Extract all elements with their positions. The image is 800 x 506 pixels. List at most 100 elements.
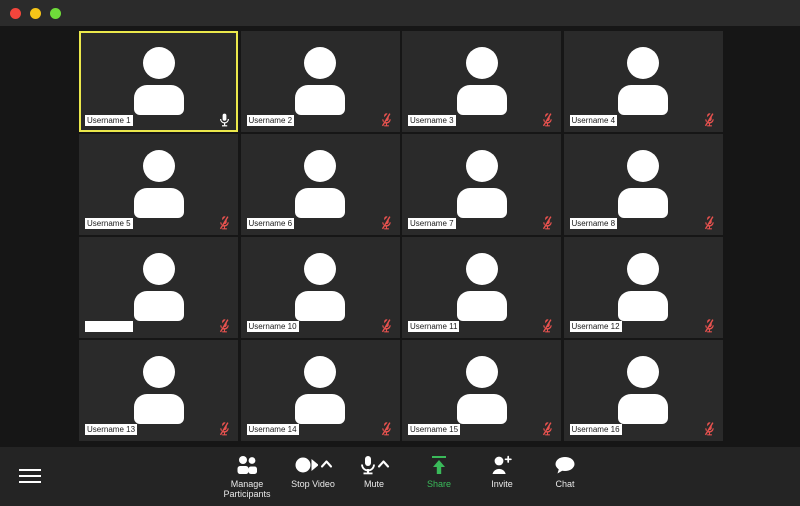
avatar-body	[456, 85, 507, 115]
avatar	[453, 150, 511, 218]
avatar-body	[133, 188, 184, 218]
participant-tile[interactable]: Username 10	[240, 237, 400, 338]
avatar	[614, 356, 672, 424]
avatar-body	[618, 291, 668, 321]
manage-participants-button[interactable]: Manage Participants	[212, 455, 282, 501]
avatar-body	[295, 85, 345, 115]
mute-label: Mute	[363, 479, 384, 489]
participant-tile[interactable]: Username 15	[402, 340, 561, 441]
avatar-head	[627, 253, 659, 285]
participant-name-label: Username 13	[85, 424, 138, 435]
participant-tile[interactable]: Username 11	[402, 237, 561, 338]
avatar-head	[465, 356, 498, 388]
participant-name-label: Username 12	[569, 321, 622, 332]
hamburger-menu-icon[interactable]	[19, 469, 41, 485]
avatar-head	[627, 356, 659, 388]
participant-tile[interactable]: Username 12	[563, 237, 723, 338]
avatar-body	[456, 394, 507, 424]
avatar	[291, 150, 349, 218]
microphone-muted-icon	[381, 422, 392, 436]
avatar-head	[465, 150, 498, 182]
microphone-muted-icon	[542, 422, 553, 436]
microphone-muted-icon	[219, 216, 230, 230]
participant-name-label: Username 10	[246, 321, 299, 332]
microphone-muted-icon	[381, 319, 392, 333]
avatar	[130, 47, 188, 115]
avatar-body	[295, 394, 345, 424]
video-camera-icon	[283, 455, 343, 477]
avatar	[453, 47, 511, 115]
title-bar	[0, 0, 800, 26]
participant-tile[interactable]: Username 8	[563, 134, 723, 235]
participant-tile[interactable]: Username 3	[402, 31, 561, 132]
participant-tile[interactable]: Username 5	[79, 134, 238, 235]
participant-tile[interactable]: Username 4	[563, 31, 723, 132]
participant-name-label: Username 2	[246, 115, 295, 126]
avatar	[291, 253, 349, 321]
microphone-muted-icon	[704, 216, 715, 230]
avatar-body	[133, 291, 184, 321]
participant-name-label: Username 1	[85, 115, 133, 126]
stop-video-button[interactable]: Stop Video	[283, 455, 343, 501]
participant-name-label: Username 7	[408, 218, 456, 229]
avatar-head	[142, 47, 175, 79]
microphone-muted-icon	[381, 216, 392, 230]
avatar-body	[618, 394, 668, 424]
avatar-head	[627, 150, 659, 182]
maximize-button[interactable]	[50, 8, 61, 19]
avatar-body	[456, 291, 507, 321]
participant-tile[interactable]: Username 2	[240, 31, 400, 132]
mute-button[interactable]: Mute	[349, 455, 399, 501]
avatar-head	[142, 356, 175, 388]
minimize-button[interactable]	[30, 8, 41, 19]
avatar-head	[627, 47, 659, 79]
participant-tile[interactable]: Username 16	[563, 340, 723, 441]
microphone-muted-icon	[542, 113, 553, 127]
add-person-icon	[477, 455, 527, 477]
avatar-body	[456, 188, 507, 218]
participant-tile[interactable]: Username 7	[402, 134, 561, 235]
avatar-head	[142, 150, 175, 182]
invite-label: Invite	[491, 479, 513, 489]
participant-name-label	[85, 321, 133, 332]
avatar-body	[618, 188, 668, 218]
share-screen-label: Share	[426, 479, 452, 489]
participant-name-label: Username 14	[246, 424, 299, 435]
participant-name-label: Username 11	[408, 321, 460, 332]
avatar-head	[304, 253, 336, 285]
microphone-muted-icon	[219, 319, 230, 333]
avatar-body	[133, 85, 184, 115]
participant-tile[interactable]: Username 1	[79, 31, 238, 132]
participant-tile[interactable]: Username 6	[240, 134, 400, 235]
chat-bubble-icon	[540, 455, 590, 477]
chat-button[interactable]: Chat	[540, 455, 590, 501]
participant-name-label: Username 15	[408, 424, 461, 435]
microphone-muted-icon	[542, 319, 553, 333]
participant-name-label: Username 3	[408, 115, 456, 126]
participant-name-label: Username 6	[246, 218, 295, 229]
avatar	[291, 356, 349, 424]
video-gallery-stage: Username 1 Username 2 Username 3 Username 4…	[0, 26, 800, 447]
share-screen-button[interactable]: Share	[414, 455, 464, 501]
meeting-toolbar: Manage Participants Stop Video Mute Shar…	[0, 447, 800, 506]
manage-participants-label-2: Participants	[223, 489, 271, 499]
avatar-head	[304, 150, 336, 182]
avatar	[453, 356, 511, 424]
participant-tile[interactable]	[79, 237, 238, 338]
avatar-body	[295, 291, 345, 321]
microphone-icon	[349, 455, 399, 477]
manage-participants-label: Manage	[230, 479, 264, 489]
avatar	[130, 356, 188, 424]
participant-name-label: Username 16	[569, 424, 622, 435]
avatar	[130, 150, 188, 218]
microphone-muted-icon	[704, 113, 715, 127]
participant-name-label: Username 5	[85, 218, 133, 229]
share-screen-icon	[414, 455, 464, 477]
invite-button[interactable]: Invite	[477, 455, 527, 501]
participant-tile[interactable]: Username 14	[240, 340, 400, 441]
zoom-meeting-window: Username 1 Username 2 Username 3 Username 4…	[0, 0, 800, 506]
close-button[interactable]	[10, 8, 21, 19]
avatar	[614, 253, 672, 321]
participants-icon	[212, 455, 282, 477]
participant-tile[interactable]: Username 13	[79, 340, 238, 441]
